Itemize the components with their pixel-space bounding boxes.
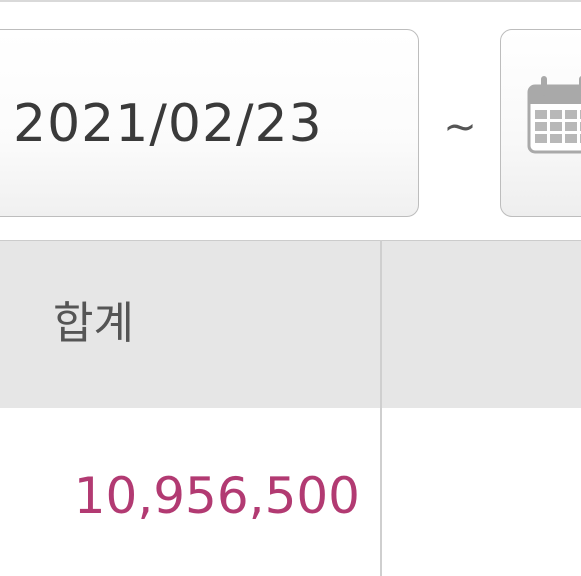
start-date-field[interactable]: 2021/02/23 — [0, 29, 419, 217]
start-date-value: 2021/02/23 — [13, 94, 323, 154]
header-cell-total: 합계 — [0, 241, 380, 409]
table-row: 10,956,500 — [0, 408, 581, 576]
end-date-calendar-button[interactable] — [500, 29, 581, 217]
screen: 2021/02/23 ~ 합계 10,956,500 — [0, 0, 581, 576]
date-range-separator: ~ — [443, 104, 477, 150]
header-total-label: 합계 — [53, 298, 134, 349]
column-divider — [380, 240, 382, 576]
cell-total: 10,956,500 — [0, 408, 380, 576]
calendar-icon — [527, 76, 581, 154]
table-header-row: 합계 — [0, 240, 581, 408]
summary-table: 합계 10,956,500 — [0, 240, 581, 576]
total-amount-value: 10,956,500 — [73, 467, 360, 525]
date-filter-bar: 2021/02/23 ~ — [0, 0, 581, 240]
